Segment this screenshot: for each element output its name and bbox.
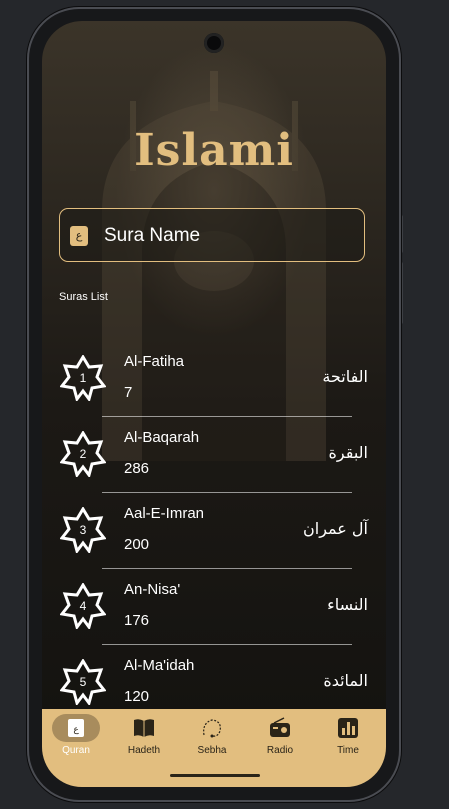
svg-text:ع: ع <box>73 725 79 735</box>
sura-name-en: Al-Fatiha <box>124 353 185 370</box>
nav-label: Time <box>337 745 359 756</box>
sura-name-en: Aal-E-Imran <box>124 505 205 522</box>
sura-verses: 176 <box>124 612 150 629</box>
sura-name-ar: النساء <box>327 595 368 614</box>
quran-icon: ع <box>68 719 84 737</box>
sura-number: 3 <box>79 523 87 537</box>
sura-number-badge: 3 <box>59 506 107 555</box>
sura-name-ar: آل عمران <box>303 519 368 538</box>
sura-number-badge: 1 <box>59 354 107 403</box>
nav-label: Hadeth <box>127 745 161 756</box>
sura-name-ar: الفاتحة <box>322 367 368 386</box>
sura-number-badge: 4 <box>59 582 107 631</box>
sura-number: 1 <box>79 371 87 385</box>
sura-search-input[interactable] <box>102 219 356 253</box>
sura-row[interactable]: 3 Aal-E-Imran 200 آل عمران <box>42 493 386 569</box>
nav-label: Sebha <box>197 745 227 756</box>
home-indicator[interactable] <box>170 774 260 777</box>
sura-number: 5 <box>79 675 87 689</box>
sura-number-badge: 5 <box>59 658 107 707</box>
front-camera <box>204 33 224 53</box>
sura-number: 2 <box>79 447 87 461</box>
sura-verses: 286 <box>124 460 150 477</box>
nav-label: Quran <box>62 745 90 756</box>
sura-name-ar: المائدة <box>323 671 368 690</box>
sura-name-en: Al-Baqarah <box>124 429 200 446</box>
nav-tab-quran[interactable]: ع Quran <box>42 709 110 769</box>
sura-name-ar: البقرة <box>328 443 368 462</box>
sura-verses: 7 <box>124 384 133 401</box>
nav-tab-time[interactable]: Time <box>314 709 382 769</box>
sura-row[interactable]: 4 An-Nisa' 176 النساء <box>42 569 386 645</box>
sura-row[interactable]: 2 Al-Baqarah 286 البقرة <box>42 417 386 493</box>
sura-number: 4 <box>79 599 87 613</box>
sura-number-badge: 2 <box>59 430 107 479</box>
sura-name-en: An-Nisa' <box>124 581 181 598</box>
nav-tab-sebha[interactable]: Sebha <box>178 709 246 769</box>
app-logo: Islami <box>134 125 294 176</box>
quran-icon: ع <box>70 226 88 246</box>
sebha-icon <box>203 719 221 738</box>
nav-tab-hadeth[interactable]: Hadeth <box>110 709 178 769</box>
app-screen: Islami ع Suras List 1 Al-Fatiha 7 الفاتح… <box>42 21 386 787</box>
book-icon <box>134 719 154 737</box>
sura-search-box[interactable]: ع <box>59 208 365 262</box>
radio-icon <box>270 717 290 737</box>
suras-list-title: Suras List <box>59 291 108 303</box>
sura-verses: 200 <box>124 536 150 553</box>
nav-tab-radio[interactable]: Radio <box>246 709 314 769</box>
sura-name-en: Al-Ma'idah <box>124 657 195 674</box>
sura-verses: 120 <box>124 688 150 705</box>
time-chart-icon <box>338 718 358 738</box>
bottom-navigation: ع Quran Hadeth Sebha Radio Time <box>42 709 386 787</box>
nav-label: Radio <box>266 745 294 756</box>
sura-row[interactable]: 1 Al-Fatiha 7 الفاتحة <box>42 341 386 417</box>
